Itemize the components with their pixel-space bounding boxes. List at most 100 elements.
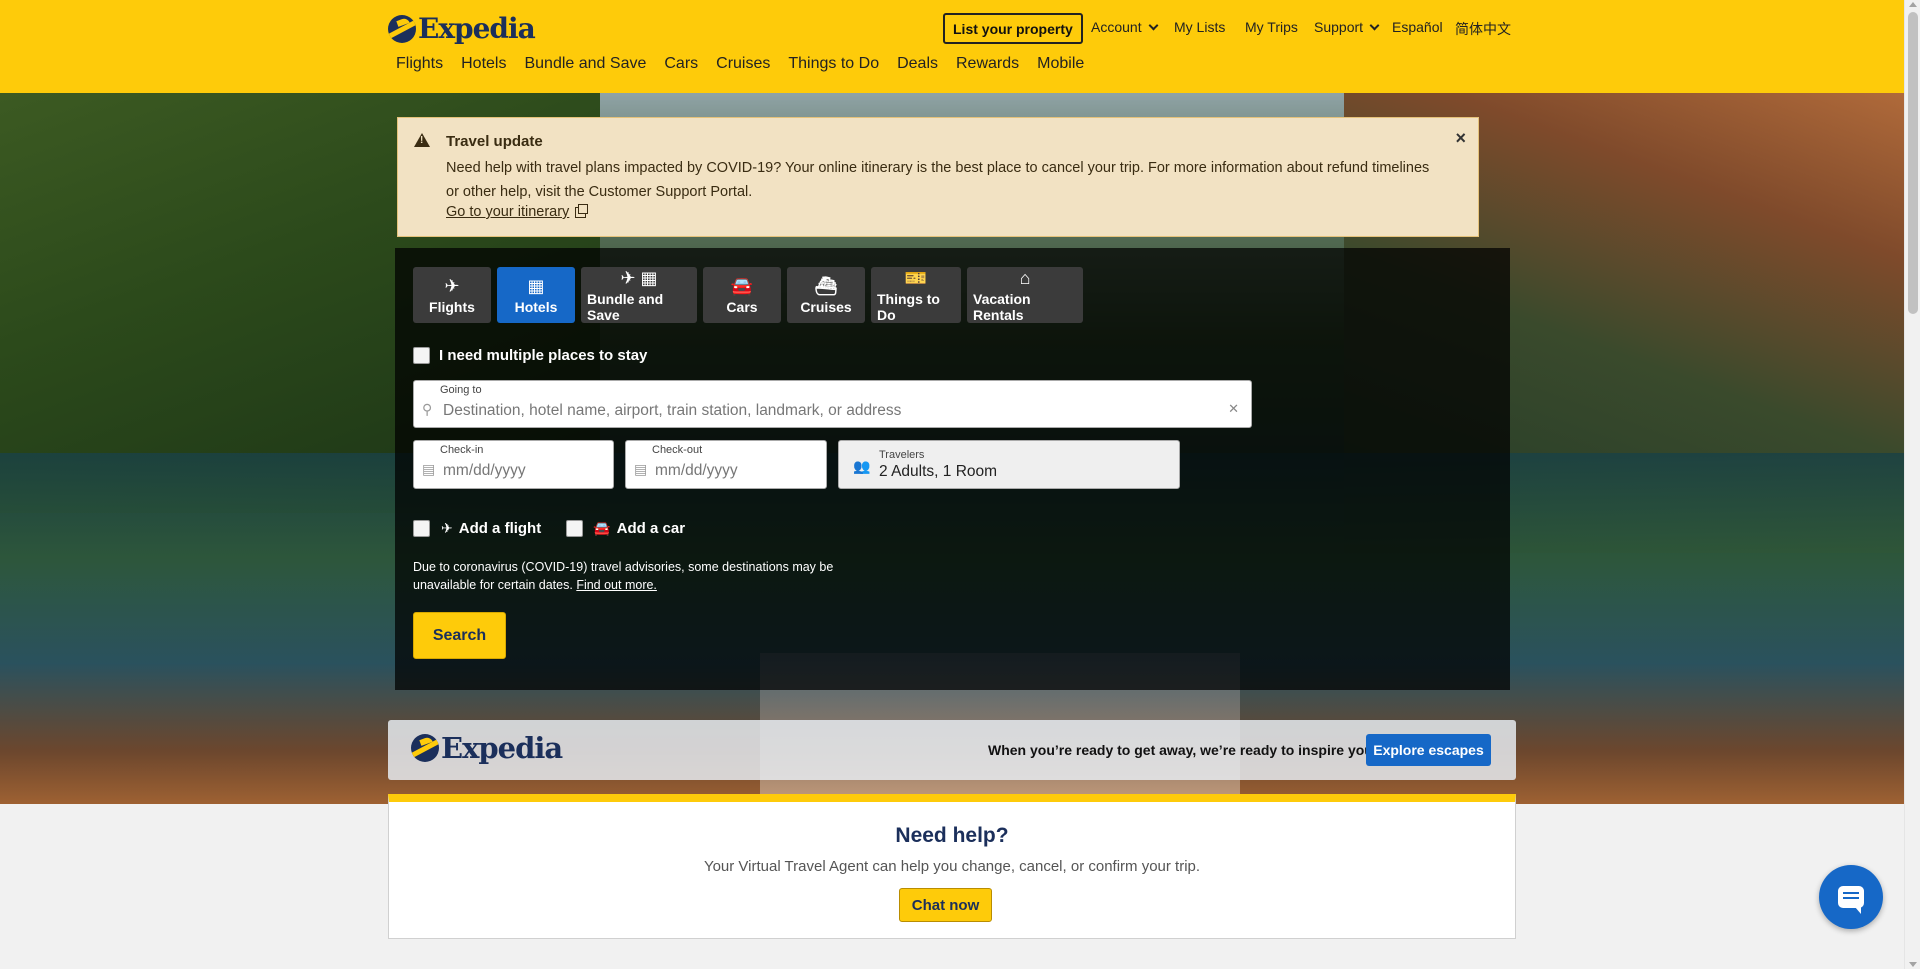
search-button[interactable]: Search: [413, 612, 506, 659]
expedia-logo: Expedia: [411, 731, 563, 765]
going-to-field[interactable]: Going to ⚲ Destination, hotel name, airp…: [413, 380, 1252, 428]
covid-advisory-note: Due to coronavirus (COVID-19) travel adv…: [413, 558, 873, 594]
scrollbar-thumb[interactable]: [1908, 12, 1918, 314]
house-icon: ⌂: [1019, 267, 1031, 288]
close-icon[interactable]: ×: [1455, 128, 1466, 149]
tab-bundle-and-save[interactable]: ✈ ▦ Bundle and Save: [581, 267, 697, 323]
account-label: Account: [1091, 19, 1142, 35]
logo-text: Expedia: [441, 731, 563, 765]
check-out-label: Check-out: [652, 444, 703, 456]
tab-hotels[interactable]: ▦ Hotels: [497, 267, 575, 323]
nav-things-to-do[interactable]: Things to Do: [788, 55, 879, 73]
scroll-up-arrow-icon[interactable]: [1909, 2, 1917, 7]
nav-mobile[interactable]: Mobile: [1037, 55, 1084, 73]
tab-flights[interactable]: ✈ Flights: [413, 267, 491, 323]
nav-hotels[interactable]: Hotels: [461, 55, 506, 73]
search-tabs: ✈ Flights ▦ Hotels ✈ ▦ Bundle and Save 🚘…: [413, 267, 1089, 323]
help-title: Need help?: [895, 824, 1009, 847]
nav-bundle-and-save[interactable]: Bundle and Save: [524, 55, 646, 73]
itinerary-link-label: Go to your itinerary: [446, 204, 570, 220]
list-your-property-button[interactable]: List your property: [943, 13, 1083, 44]
inspire-banner: Expedia When you’re ready to get away, w…: [388, 720, 1516, 780]
travel-update-alert: Travel update Need help with travel plan…: [397, 117, 1479, 237]
find-out-more-link[interactable]: Find out more.: [576, 578, 657, 592]
search-panel: ✈ Flights ▦ Hotels ✈ ▦ Bundle and Save 🚘…: [395, 248, 1510, 690]
language-espanol-link[interactable]: Español: [1392, 19, 1443, 35]
airplane-icon: ✈: [441, 520, 453, 536]
check-in-label: Check-in: [440, 444, 484, 456]
support-label: Support: [1314, 19, 1364, 35]
add-car-label[interactable]: Add a car: [617, 520, 685, 537]
tab-vacation-rentals[interactable]: ⌂ Vacation Rentals: [967, 267, 1083, 323]
nav-rewards[interactable]: Rewards: [956, 55, 1019, 73]
tab-label: Flights: [429, 298, 475, 315]
logo-text: Expedia: [418, 12, 536, 45]
scroll-down-arrow-icon[interactable]: [1909, 962, 1917, 967]
support-menu[interactable]: Support: [1314, 19, 1380, 35]
alert-title: Travel update: [446, 133, 543, 150]
tab-label: Cruises: [800, 298, 852, 315]
tab-label: Things to Do: [877, 290, 940, 323]
add-flight-checkbox[interactable]: [413, 520, 430, 537]
going-to-label: Going to: [440, 384, 482, 396]
help-text: Your Virtual Travel Agent can help you c…: [703, 858, 1201, 875]
nav-cruises[interactable]: Cruises: [716, 55, 770, 73]
page-scrollbar[interactable]: [1904, 0, 1920, 969]
ship-icon: ⛴: [814, 275, 838, 296]
main-nav: Flights Hotels Bundle and Save Cars Crui…: [396, 55, 1102, 73]
car-icon: 🚘: [593, 520, 611, 536]
add-ons-row: ✈ Add a flight 🚘 Add a car: [413, 520, 685, 537]
location-pin-icon: ⚲: [422, 401, 433, 417]
tab-cars[interactable]: 🚘 Cars: [703, 267, 781, 323]
alert-body: Need help with travel plans impacted by …: [446, 160, 1430, 200]
ticket-icon: 🎫: [904, 267, 928, 288]
account-menu[interactable]: Account: [1091, 19, 1159, 35]
nav-deals[interactable]: Deals: [897, 55, 938, 73]
check-in-field[interactable]: Check-in ▤ mm/dd/yyyy: [413, 440, 614, 489]
check-out-input[interactable]: mm/dd/yyyy: [655, 462, 738, 480]
tab-label: Vacation Rentals: [973, 290, 1031, 323]
multiple-places-option: I need multiple places to stay: [413, 347, 647, 364]
explore-escapes-button[interactable]: Explore escapes: [1366, 734, 1491, 766]
nav-flights[interactable]: Flights: [396, 55, 443, 73]
car-icon: 🚘: [730, 275, 754, 296]
tab-things-to-do[interactable]: 🎫 Things to Do: [871, 267, 961, 323]
travelers-label: Travelers: [879, 449, 925, 461]
tab-label: Hotels: [514, 298, 558, 315]
chevron-down-icon: [1148, 20, 1159, 30]
my-lists-link[interactable]: My Lists: [1174, 19, 1225, 35]
need-help-card: Need help? Your Virtual Travel Agent can…: [388, 794, 1516, 939]
chat-bubble-button[interactable]: [1819, 865, 1883, 929]
multiple-places-label[interactable]: I need multiple places to stay: [439, 347, 647, 364]
travelers-field[interactable]: Travelers 👥 2 Adults, 1 Room: [838, 440, 1180, 489]
chat-now-button[interactable]: Chat now: [899, 888, 992, 922]
expedia-globe-icon: [388, 14, 416, 43]
tab-label: Cars: [726, 298, 758, 315]
going-to-input[interactable]: Destination, hotel name, airport, train …: [443, 402, 901, 420]
multiple-places-checkbox[interactable]: [413, 347, 430, 364]
add-car-checkbox[interactable]: [566, 520, 584, 537]
warning-icon: [414, 133, 430, 147]
go-to-itinerary-link[interactable]: Go to your itinerary: [446, 203, 589, 220]
tab-cruises[interactable]: ⛴ Cruises: [787, 267, 865, 323]
people-icon: 👥: [853, 458, 871, 474]
check-out-field[interactable]: Check-out ▤ mm/dd/yyyy: [625, 440, 827, 489]
expedia-logo[interactable]: Expedia: [388, 12, 536, 45]
my-trips-link[interactable]: My Trips: [1245, 19, 1298, 35]
airplane-hotel-icon: ✈ ▦: [620, 267, 658, 288]
clear-icon[interactable]: ✕: [1228, 401, 1239, 417]
expedia-globe-icon: [411, 734, 439, 762]
external-link-icon: [575, 203, 589, 218]
language-chinese-link[interactable]: 简体中文: [1455, 19, 1511, 39]
check-in-input[interactable]: mm/dd/yyyy: [443, 462, 526, 480]
hotel-building-icon: ▦: [527, 275, 545, 296]
chevron-down-icon: [1369, 20, 1380, 30]
site-header: Expedia List your property Account My Li…: [0, 0, 1904, 93]
chat-lines: [1843, 892, 1859, 894]
hero-background-image: Travel update Need help with travel plan…: [0, 93, 1904, 804]
inspire-text: When you’re ready to get away, we’re rea…: [988, 742, 1377, 758]
nav-cars[interactable]: Cars: [664, 55, 698, 73]
calendar-icon: ▤: [422, 461, 436, 477]
travelers-value: 2 Adults, 1 Room: [879, 463, 998, 480]
add-flight-label[interactable]: Add a flight: [459, 520, 542, 537]
